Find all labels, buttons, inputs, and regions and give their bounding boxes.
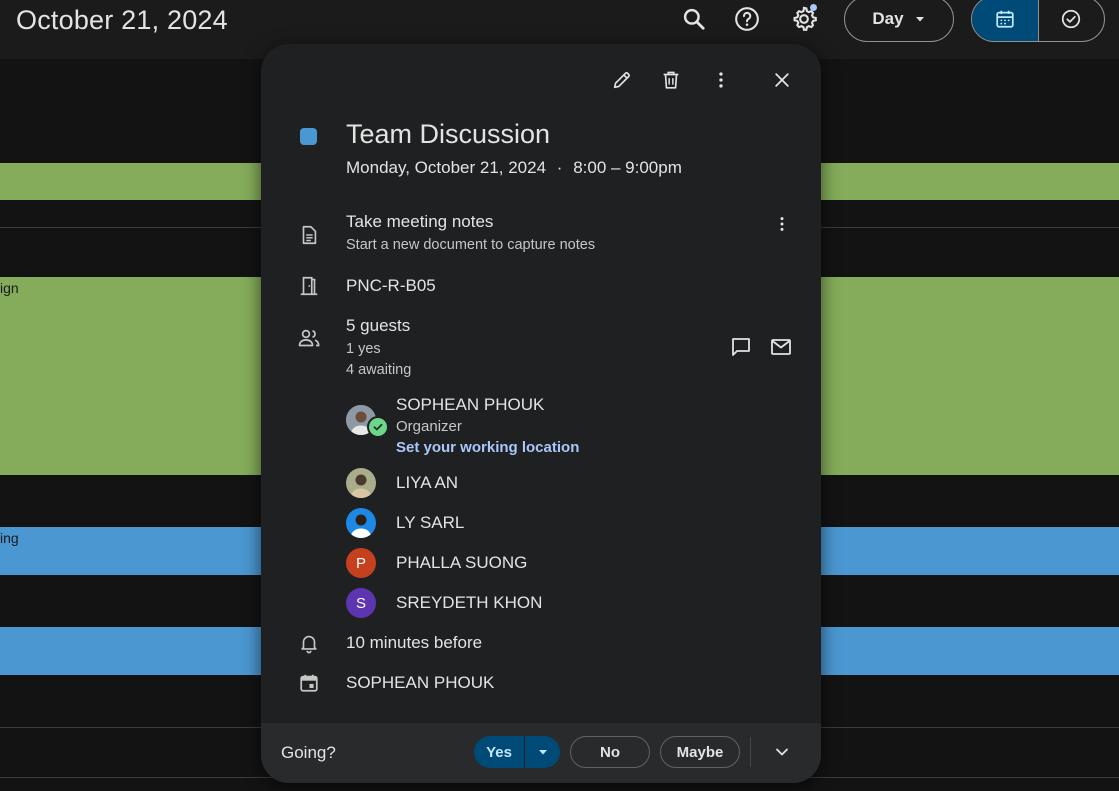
guests-icon: [295, 324, 323, 352]
event-datetime: Monday, October 21, 2024 · 8:00 – 9:00pm: [346, 158, 682, 178]
avatar: P: [346, 548, 376, 578]
rsvp-options-dropdown[interactable]: [524, 736, 560, 768]
view-switcher-button[interactable]: Day: [844, 0, 954, 42]
calendar-icon: [996, 10, 1014, 28]
room-door-icon: [295, 272, 323, 300]
chat-guests-icon[interactable]: [727, 333, 755, 361]
take-meeting-notes-link[interactable]: Take meeting notes: [346, 212, 493, 232]
avatar: [346, 508, 376, 538]
notes-more-icon[interactable]: [768, 210, 796, 238]
view-label: Day: [872, 9, 904, 28]
footer-divider: [750, 737, 751, 767]
date-title: October 21, 2024: [16, 5, 228, 35]
guest-role: Organizer: [396, 418, 462, 435]
rsvp-yes-label[interactable]: Yes: [474, 736, 524, 768]
event-details-popover: Team Discussion Monday, October 21, 2024…: [261, 44, 821, 783]
task-check-icon: [1062, 9, 1081, 29]
tasks-view-button[interactable]: [1037, 0, 1105, 41]
accepted-check-icon: [367, 416, 389, 438]
help-icon[interactable]: [732, 4, 762, 34]
event-title-fragment: ign: [0, 280, 19, 296]
guest-name: LY SARL: [396, 513, 465, 532]
avatar: [346, 468, 376, 498]
event-color-swatch: [300, 128, 317, 145]
rsvp-maybe-button[interactable]: Maybe: [660, 736, 740, 768]
close-icon[interactable]: [768, 66, 796, 94]
delete-icon[interactable]: [657, 66, 685, 94]
event-title-fragment: ing: [0, 530, 19, 546]
calendar-event-icon: [295, 669, 323, 697]
calendar-view-button[interactable]: [972, 0, 1038, 41]
rsvp-bar: Going? Yes No Maybe: [261, 723, 821, 783]
set-working-location-link[interactable]: Set your working location: [396, 439, 579, 456]
email-guests-icon[interactable]: [767, 333, 795, 361]
avatar: S: [346, 588, 376, 618]
rsvp-yes-button[interactable]: Yes: [474, 736, 560, 768]
guest-count: 5 guests: [346, 316, 411, 335]
guests-awaiting-count: 4 awaiting: [346, 362, 412, 378]
guest-name: PHALLA SUONG: [396, 553, 528, 572]
edit-icon[interactable]: [608, 66, 636, 94]
going-label: Going?: [281, 743, 336, 762]
search-icon[interactable]: [679, 4, 709, 34]
rsvp-no-button[interactable]: No: [570, 736, 650, 768]
settings-icon[interactable]: [789, 4, 819, 34]
app-switcher: [971, 0, 1105, 42]
more-options-icon[interactable]: [707, 66, 735, 94]
guest-name: SREYDETH KHON: [396, 593, 543, 612]
event-date: Monday, October 21, 2024: [346, 158, 547, 177]
guest-name: SOPHEAN PHOUK: [396, 395, 545, 414]
guest-name: LIYA AN: [396, 473, 459, 492]
expand-chevron-icon[interactable]: [768, 738, 796, 766]
caret-down-icon: [915, 17, 924, 22]
event-time: 8:00 – 9:00pm: [573, 158, 682, 177]
event-title: Team Discussion: [346, 119, 551, 149]
reminder-text: 10 minutes before: [346, 633, 483, 652]
guests-yes-count: 1 yes: [346, 341, 381, 357]
calendar-owner-name: SOPHEAN PHOUK: [346, 673, 495, 692]
document-icon: [295, 221, 323, 249]
room-name: PNC-R-B05: [346, 276, 436, 295]
meeting-notes-hint: Start a new document to capture notes: [346, 237, 596, 253]
caret-down-icon: [538, 750, 547, 755]
notification-dot: [810, 4, 817, 11]
datetime-separator: ·: [556, 158, 563, 177]
bell-icon: [295, 629, 323, 657]
